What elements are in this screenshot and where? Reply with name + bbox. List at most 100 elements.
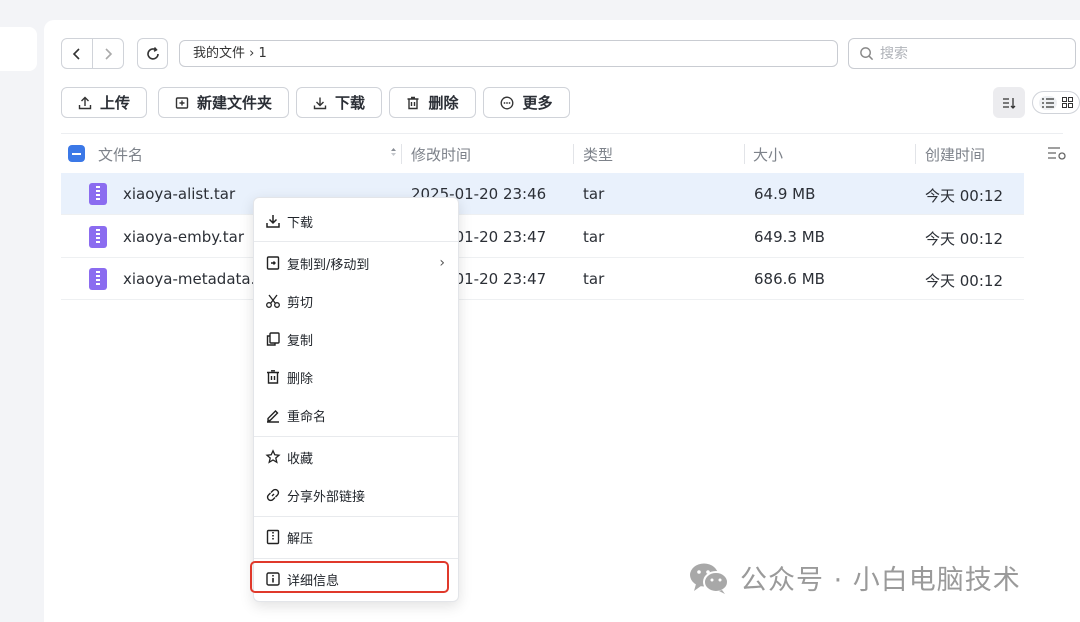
new-folder-button[interactable]: 新建文件夹 — [158, 87, 289, 118]
table-row[interactable]: xiaoya-alist.tar 2025-01-20 23:46 tar 64… — [61, 173, 1024, 215]
menu-item-delete[interactable]: 删除 — [254, 360, 458, 394]
wechat-logo-icon — [690, 563, 729, 594]
view-toggle[interactable] — [1032, 91, 1080, 114]
table-row[interactable]: xiaoya-emby.tar 2025-01-20 23:47 tar 649… — [61, 216, 1024, 258]
chevron-right-icon — [105, 47, 113, 60]
archive-file-icon — [89, 183, 107, 205]
menu-item-share-link[interactable]: 分享外部链接 — [254, 478, 458, 512]
menu-label: 解压 — [287, 531, 314, 547]
archive-file-icon — [89, 268, 107, 290]
sort-button[interactable] — [993, 87, 1025, 118]
history-nav — [61, 38, 124, 69]
forward-button[interactable] — [92, 39, 123, 68]
col-type[interactable]: 类型 — [583, 144, 613, 165]
file-size: 64.9 MB — [754, 185, 816, 203]
menu-label: 剪切 — [287, 295, 314, 311]
col-divider — [744, 144, 745, 164]
download-icon — [313, 97, 327, 109]
menu-label: 下载 — [287, 215, 314, 231]
search-input[interactable] — [880, 45, 1060, 62]
back-button[interactable] — [62, 39, 92, 68]
copy-icon — [266, 332, 280, 346]
menu-label: 复制到/移动到 — [287, 257, 370, 273]
sort-icon — [1003, 97, 1016, 109]
download-button[interactable]: 下载 — [296, 87, 382, 118]
file-created: 今天 00:12 — [925, 187, 1003, 205]
highlight-box — [250, 561, 449, 593]
delete-label: 删除 — [428, 94, 459, 112]
column-settings-button[interactable] — [1047, 145, 1067, 165]
menu-divider — [254, 558, 458, 559]
copy-move-icon — [266, 256, 280, 270]
trash-icon — [267, 370, 279, 384]
menu-item-copy-move[interactable]: 复制到/移动到 › — [254, 246, 458, 280]
col-divider — [401, 144, 402, 164]
file-created: 今天 00:12 — [925, 272, 1003, 290]
pencil-icon — [267, 410, 279, 423]
file-name[interactable]: xiaoya-emby.tar — [123, 228, 244, 246]
delete-button[interactable]: 删除 — [389, 87, 476, 118]
file-name[interactable]: xiaoya-alist.tar — [123, 185, 235, 203]
search-icon — [860, 47, 874, 61]
menu-item-download[interactable]: 下载 — [254, 204, 458, 238]
col-name[interactable]: 文件名 — [98, 144, 143, 165]
menu-item-cut[interactable]: 剪切 — [254, 284, 458, 318]
watermark-text: 公众号 · 小白电脑技术 — [740, 565, 1021, 596]
file-type: tar — [583, 185, 605, 203]
download-label: 下载 — [334, 94, 365, 112]
chevron-left-icon — [72, 47, 80, 60]
grid-view-icon[interactable] — [1061, 93, 1073, 112]
context-menu: 下载 复制到/移动到 › 剪切 复制 删除 重命名 收藏 分享外部链接 解压 详… — [253, 197, 459, 602]
upload-icon — [78, 96, 92, 109]
menu-divider — [254, 516, 458, 517]
table-row[interactable]: xiaoya-metadata.tar 2025-01-20 23:47 tar… — [61, 258, 1024, 300]
file-size: 686.6 MB — [754, 270, 825, 288]
menu-divider — [254, 436, 458, 437]
upload-button[interactable]: 上传 — [61, 87, 147, 118]
download-icon — [266, 215, 280, 228]
more-icon — [501, 96, 514, 109]
sort-indicator-icon[interactable] — [390, 147, 397, 157]
submenu-arrow-icon: › — [439, 255, 445, 271]
refresh-button[interactable] — [137, 38, 168, 69]
file-size: 649.3 MB — [754, 228, 825, 246]
file-created: 今天 00:12 — [925, 230, 1003, 248]
more-label: 更多 — [522, 94, 553, 112]
link-icon — [266, 488, 280, 502]
menu-item-copy[interactable]: 复制 — [254, 322, 458, 356]
list-view-icon[interactable] — [1039, 95, 1058, 110]
refresh-icon — [146, 46, 159, 60]
menu-label: 删除 — [287, 371, 314, 387]
file-type: tar — [583, 228, 605, 246]
left-panel-edge — [0, 27, 37, 71]
menu-label: 收藏 — [287, 451, 314, 467]
star-icon — [265, 449, 281, 464]
file-type: tar — [583, 270, 605, 288]
column-settings-icon — [1048, 147, 1066, 160]
new-folder-label: 新建文件夹 — [196, 94, 272, 112]
col-divider — [573, 144, 574, 164]
select-all-checkbox[interactable] — [68, 145, 85, 162]
menu-divider — [254, 241, 458, 242]
col-modified[interactable]: 修改时间 — [411, 144, 471, 165]
menu-item-extract[interactable]: 解压 — [254, 520, 458, 554]
more-button[interactable]: 更多 — [483, 87, 570, 118]
menu-item-favorite[interactable]: 收藏 — [254, 440, 458, 474]
breadcrumb[interactable]: 我的文件 › 1 — [179, 40, 838, 67]
menu-label: 复制 — [287, 333, 314, 349]
trash-icon — [407, 96, 419, 109]
new-folder-icon — [175, 96, 189, 109]
scissors-icon — [266, 294, 280, 308]
search-box[interactable] — [848, 38, 1076, 69]
upload-label: 上传 — [99, 94, 130, 112]
menu-label: 重命名 — [287, 409, 327, 425]
col-size[interactable]: 大小 — [753, 144, 783, 165]
col-created[interactable]: 创建时间 — [925, 144, 985, 165]
menu-label: 分享外部链接 — [287, 489, 366, 505]
archive-file-icon — [89, 226, 107, 248]
col-divider — [915, 144, 916, 164]
menu-item-rename[interactable]: 重命名 — [254, 398, 458, 432]
file-manager-panel: 我的文件 › 1 上传 新建文件夹 下载 删除 更多 文件名 — [44, 20, 1080, 622]
watermark: 公众号 · 小白电脑技术 — [688, 558, 1021, 597]
archive-icon — [266, 529, 280, 545]
